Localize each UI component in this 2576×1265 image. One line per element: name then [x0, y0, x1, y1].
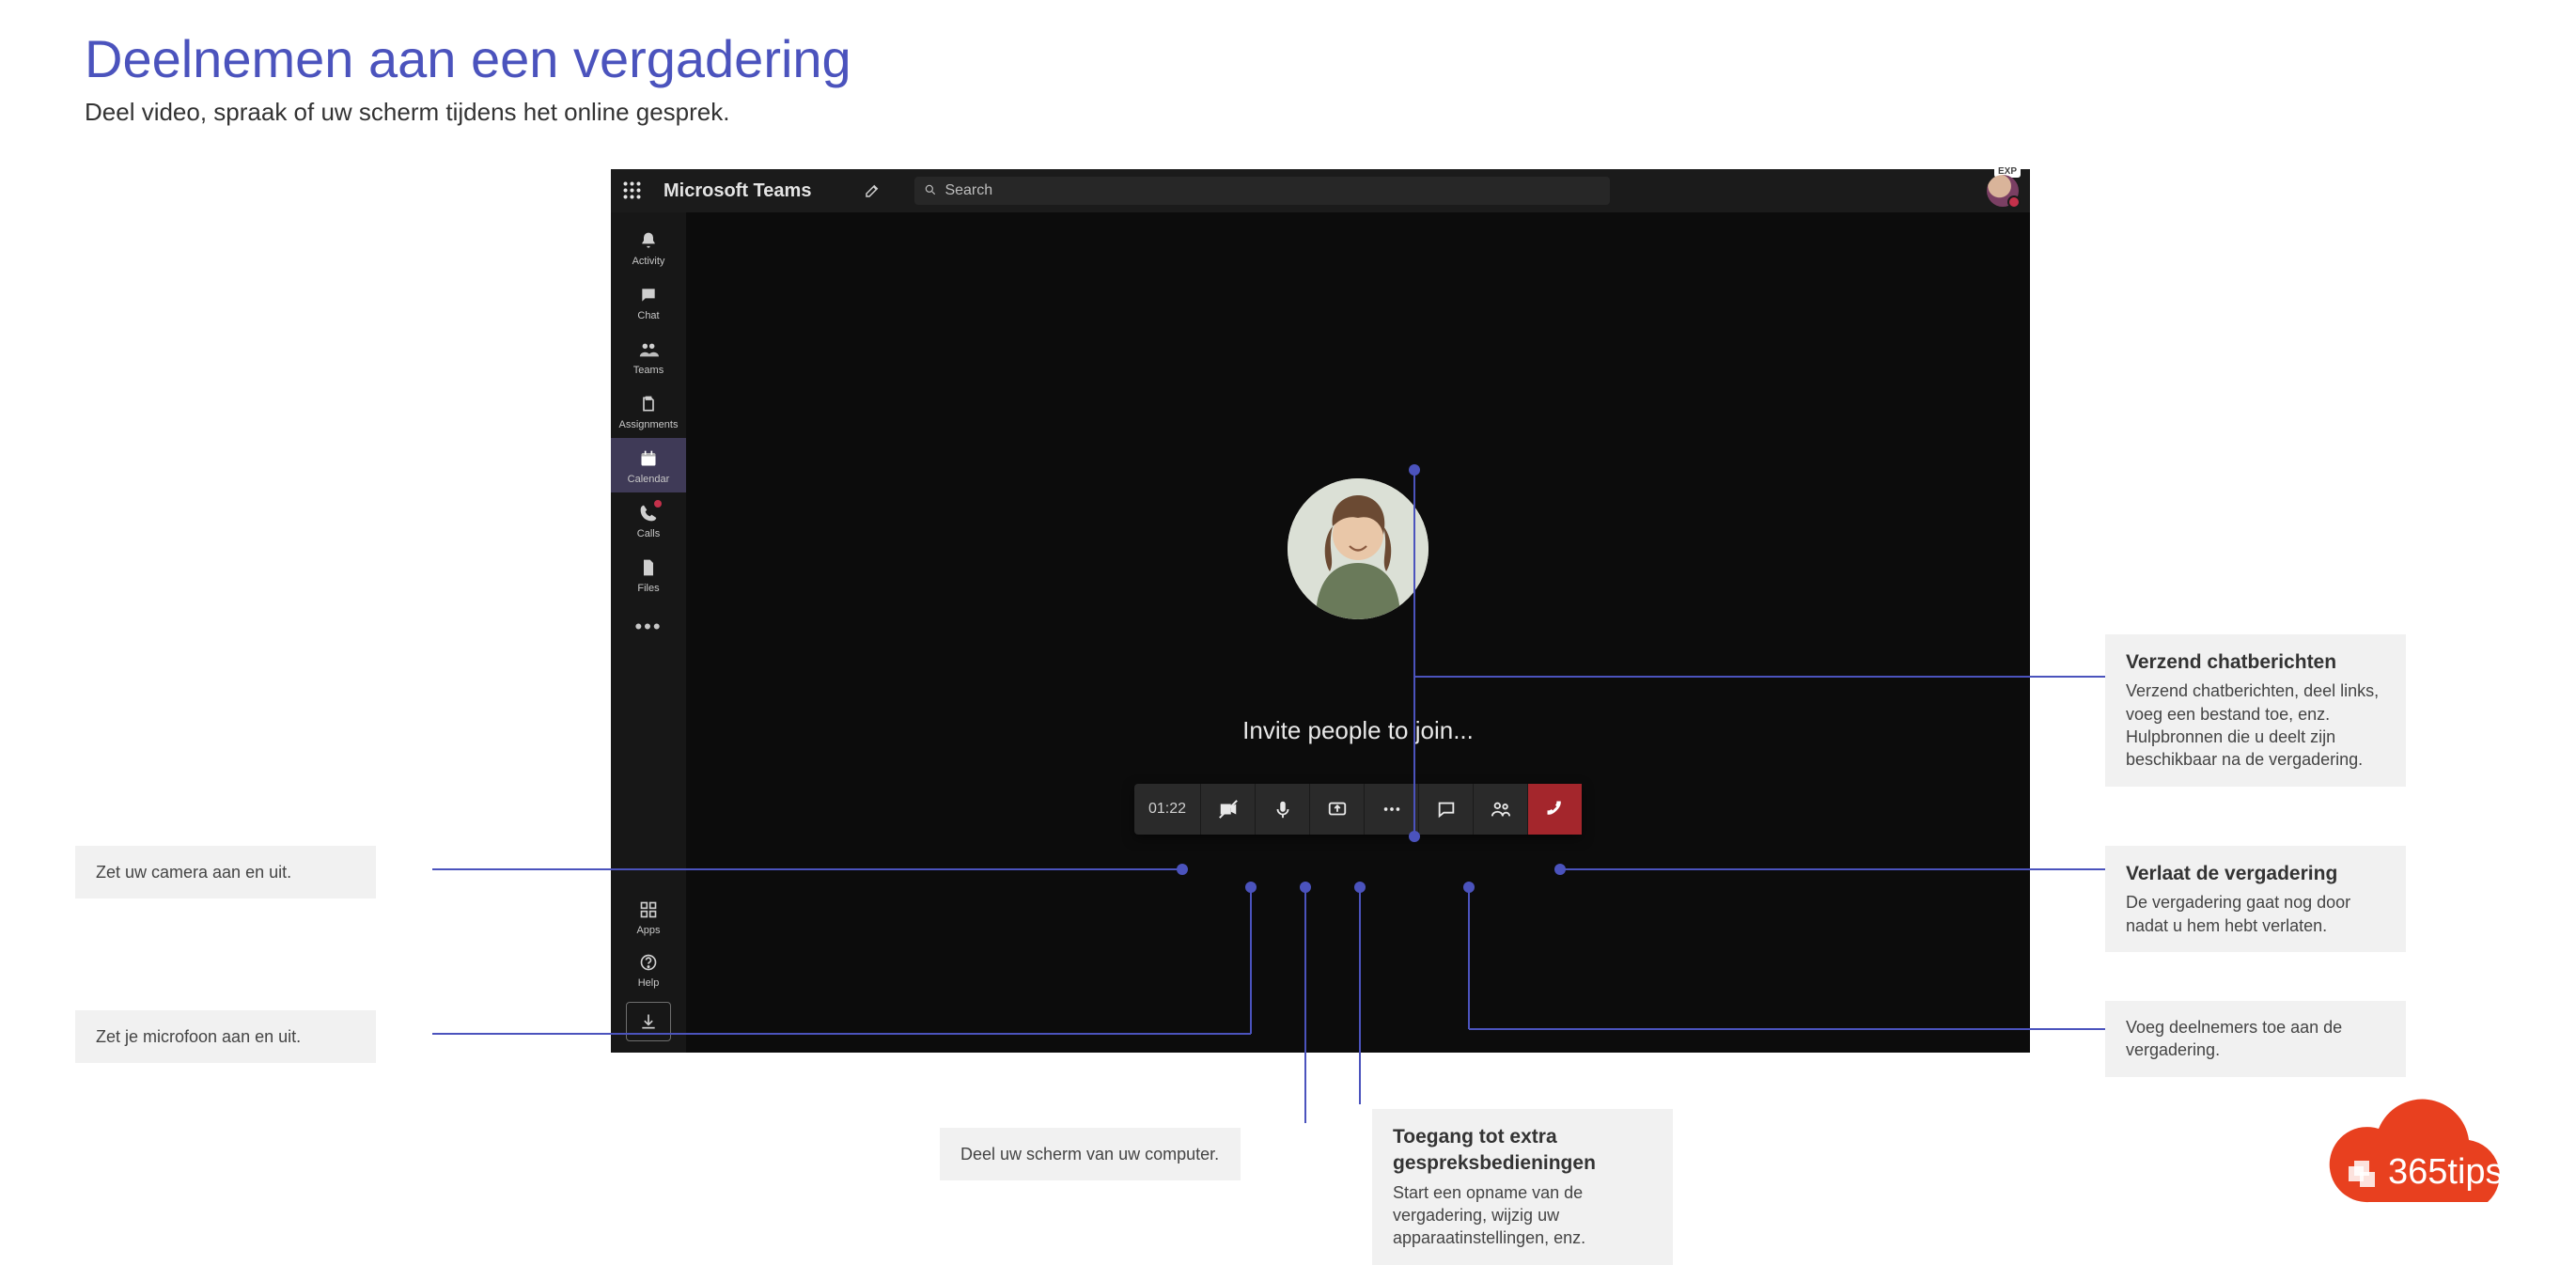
- share-screen-button[interactable]: [1309, 784, 1364, 835]
- chat-toggle-button[interactable]: [1418, 784, 1473, 835]
- app-name: Microsoft Teams: [664, 180, 811, 202]
- search-icon: [924, 183, 937, 199]
- camera-toggle-button[interactable]: [1200, 784, 1255, 835]
- rail-calendar[interactable]: Calendar: [611, 438, 686, 492]
- rail-label: Help: [638, 977, 660, 989]
- rail-calls[interactable]: Calls: [611, 492, 686, 547]
- notification-dot: [654, 500, 662, 508]
- calendar-icon: [639, 447, 658, 470]
- callout-leave: Verlaat de vergadering De vergadering ga…: [2105, 846, 2406, 952]
- bell-icon: [639, 229, 658, 252]
- avatar: [1987, 175, 2019, 207]
- call-timer: 01:22: [1134, 784, 1200, 835]
- callout-more: Toegang tot extra gespreksbedieningen St…: [1372, 1109, 1673, 1265]
- title-bar: Microsoft Teams Search EXP: [611, 169, 2030, 212]
- teams-icon: [638, 338, 659, 361]
- search-placeholder: Search: [945, 182, 992, 199]
- rail-label: Calls: [637, 528, 660, 539]
- callout-body: Voeg deelnemers toe aan de vergadering.: [2126, 1016, 2385, 1062]
- callout-chat: Verzend chatberichten Verzend chatberich…: [2105, 634, 2406, 787]
- participants-button[interactable]: [1473, 784, 1527, 835]
- page-title: Deelnemen aan een vergadering: [85, 28, 851, 89]
- callout-body: Verzend chatberichten, deel links, voeg …: [2126, 679, 2385, 771]
- teams-window: Microsoft Teams Search EXP: [611, 169, 2030, 1053]
- profile-button[interactable]: EXP: [1987, 175, 2019, 207]
- rail-apps[interactable]: Apps: [626, 891, 671, 944]
- more-actions-button[interactable]: [1364, 784, 1418, 835]
- mic-toggle-button[interactable]: [1255, 784, 1309, 835]
- page-subtitle: Deel video, spraak of uw scherm tijdens …: [85, 98, 729, 127]
- meeting-stage: Invite people to join... 01:22: [686, 212, 2030, 1053]
- callout-body: Zet je microfoon aan en uit.: [96, 1025, 355, 1048]
- files-icon: [639, 556, 658, 579]
- apps-icon: [639, 898, 658, 921]
- rail-label: Files: [637, 583, 659, 594]
- callout-title: Verlaat de vergadering: [2126, 861, 2385, 887]
- rail-label: Assignments: [619, 419, 679, 430]
- callout-participants: Voeg deelnemers toe aan de vergadering.: [2105, 1001, 2406, 1077]
- callout-title: Verzend chatberichten: [2126, 649, 2385, 676]
- callout-camera: Zet uw camera aan en uit.: [75, 846, 376, 898]
- help-icon: [639, 951, 658, 974]
- callout-title: Toegang tot extra gespreksbedieningen: [1393, 1124, 1652, 1178]
- participant-avatar: [1288, 478, 1429, 619]
- rail-label: Calendar: [628, 474, 670, 485]
- brand-logo: 365tips: [2303, 1099, 2548, 1230]
- rail-help[interactable]: Help: [626, 944, 671, 996]
- left-rail: Activity Chat Teams Assignments: [611, 212, 686, 1053]
- hangup-button[interactable]: [1527, 784, 1582, 835]
- callout-body: De vergadering gaat nog door nadat u hem…: [2126, 891, 2385, 937]
- chat-icon: [639, 284, 658, 306]
- download-button[interactable]: [626, 1002, 671, 1041]
- rail-teams[interactable]: Teams: [611, 329, 686, 383]
- app-launcher-icon[interactable]: [622, 180, 643, 201]
- rail-label: Activity: [632, 256, 665, 267]
- callout-mic: Zet je microfoon aan en uit.: [75, 1010, 376, 1063]
- rail-label: Apps: [636, 925, 660, 936]
- rail-assignments[interactable]: Assignments: [611, 383, 686, 438]
- callout-body: Deel uw scherm van uw computer.: [960, 1143, 1220, 1165]
- callout-body: Start een opname van de vergadering, wij…: [1393, 1181, 1652, 1250]
- rail-chat[interactable]: Chat: [611, 274, 686, 329]
- rail-label: Teams: [633, 365, 664, 376]
- assignments-icon: [639, 393, 658, 415]
- search-input[interactable]: Search: [914, 177, 1610, 205]
- rail-files[interactable]: Files: [611, 547, 686, 601]
- compose-icon[interactable]: [864, 182, 881, 199]
- callout-share: Deel uw scherm van uw computer.: [940, 1128, 1241, 1180]
- invite-text: Invite people to join...: [1242, 716, 1474, 745]
- rail-activity[interactable]: Activity: [611, 220, 686, 274]
- svg-text:365tips: 365tips: [2388, 1152, 2504, 1192]
- rail-label: Chat: [637, 310, 659, 321]
- call-toolbar: 01:22: [1134, 784, 1582, 835]
- callout-body: Zet uw camera aan en uit.: [96, 861, 355, 883]
- rail-more[interactable]: •••: [634, 601, 662, 652]
